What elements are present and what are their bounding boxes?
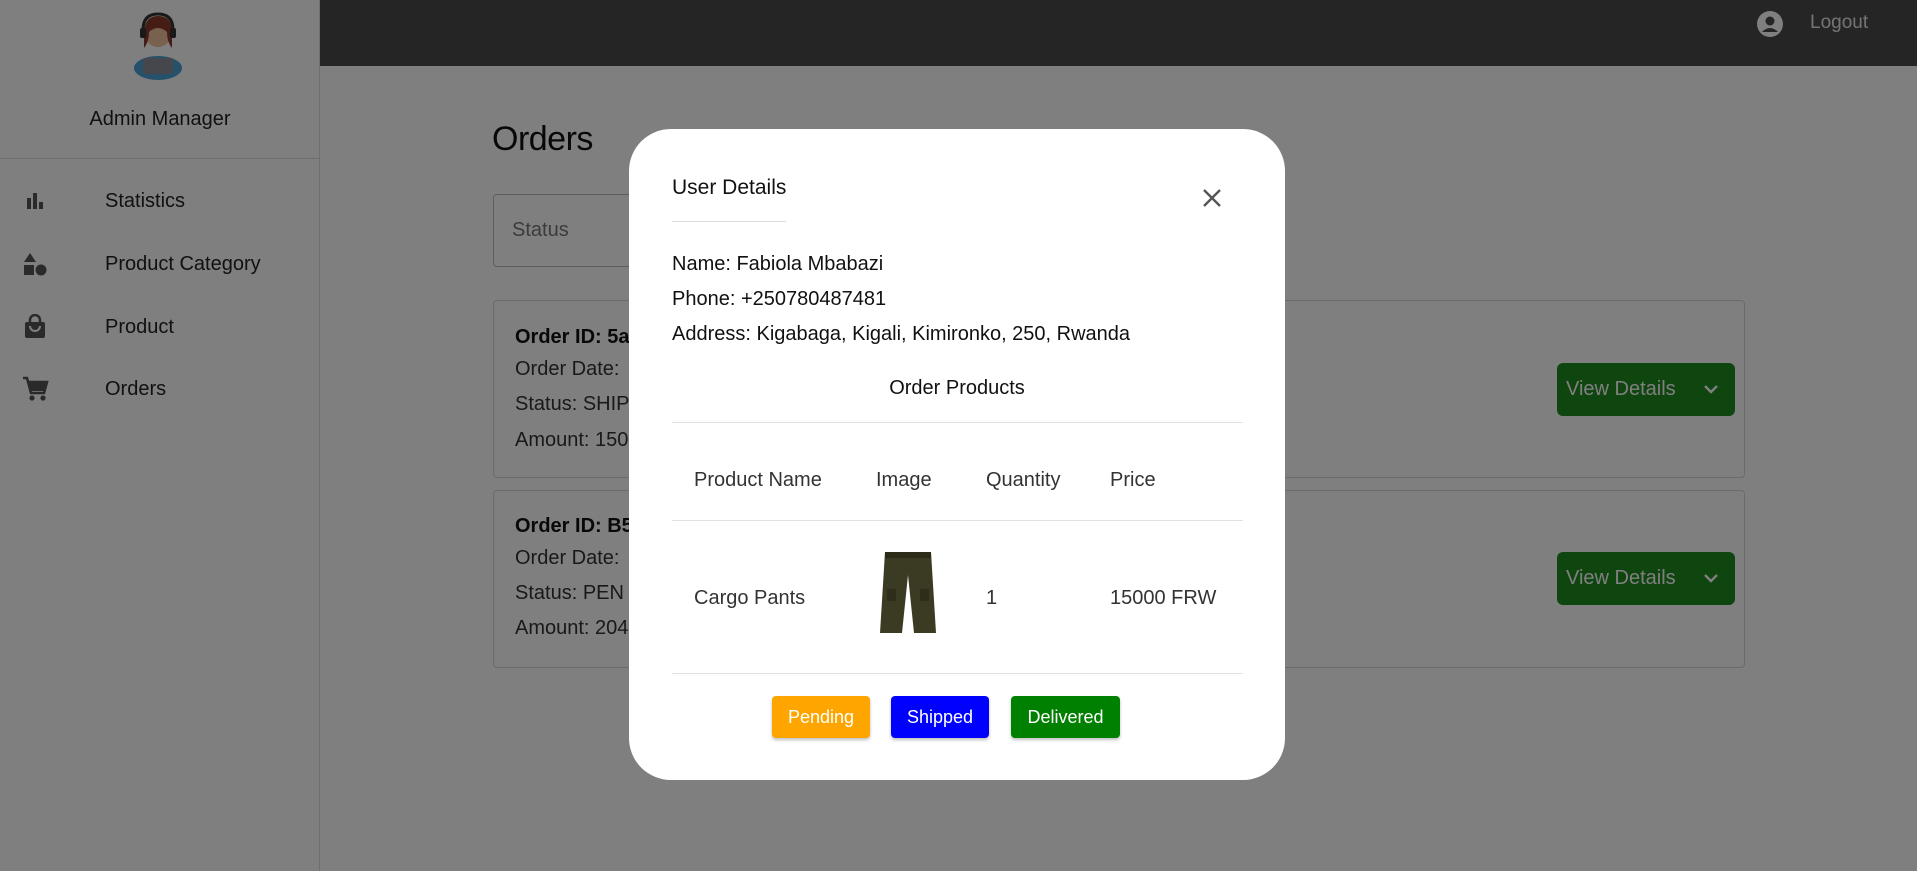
close-icon[interactable] bbox=[1198, 184, 1226, 212]
shipped-button[interactable]: Shipped bbox=[891, 696, 989, 738]
title-divider bbox=[672, 221, 786, 222]
column-header-image: Image bbox=[876, 469, 932, 491]
pending-button[interactable]: Pending bbox=[772, 696, 870, 738]
price-cell: 15000 FRW bbox=[1110, 587, 1217, 609]
section-divider bbox=[672, 422, 1243, 423]
user-name: Name: Fabiola Mbabazi bbox=[672, 253, 884, 275]
user-phone: Phone: +250780487481 bbox=[672, 288, 887, 310]
header-divider bbox=[672, 520, 1243, 521]
quantity-cell: 1 bbox=[986, 587, 998, 609]
delivered-button[interactable]: Delivered bbox=[1011, 696, 1120, 738]
column-header-product-name: Product Name bbox=[694, 469, 822, 491]
table-bottom-divider bbox=[672, 673, 1243, 674]
column-header-quantity: Quantity bbox=[986, 469, 1061, 491]
product-image bbox=[880, 552, 936, 633]
modal-title: User Details bbox=[672, 176, 787, 199]
user-details-modal: User Details Name: Fabiola Mbabazi Phone… bbox=[629, 129, 1285, 780]
product-name-cell: Cargo Pants bbox=[694, 587, 806, 609]
order-products-title: Order Products bbox=[889, 377, 1025, 399]
user-address: Address: Kigabaga, Kigali, Kimironko, 25… bbox=[672, 323, 1131, 345]
column-header-price: Price bbox=[1110, 469, 1156, 491]
